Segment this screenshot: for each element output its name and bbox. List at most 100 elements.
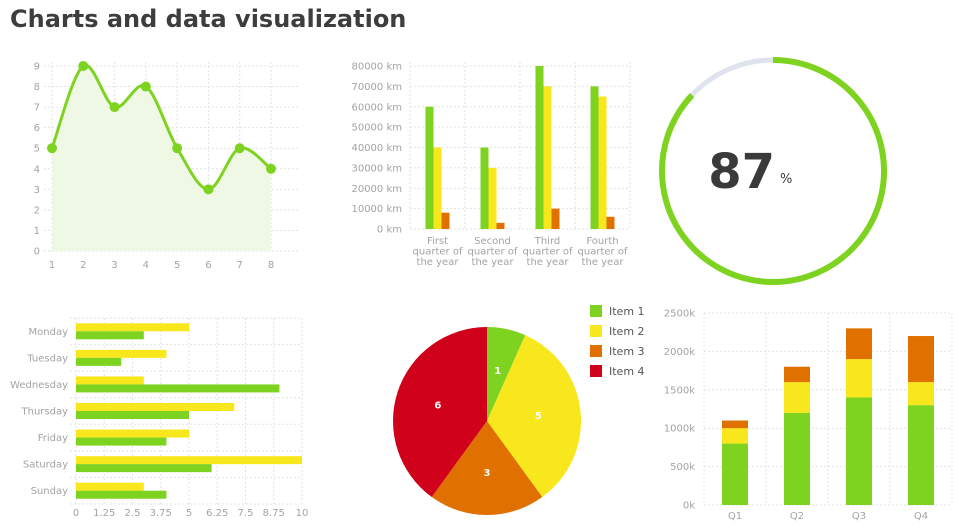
stacked-bar-chart: 0k 500k 1000k 1500k 2000k 2500k Q1 Q2 Q3 Q4 [664,309,953,522]
hbar-bar [76,331,144,340]
grouped-bar [606,216,615,229]
line-point [234,143,245,154]
grouped-bar [590,86,599,229]
grouped-bar-x-tick: the year [582,257,625,268]
stacked-bar-segment [784,382,810,413]
grouped-bar-x-tick: quarter of [468,247,518,258]
stacked-bar-segment [908,405,934,505]
line-y-tick: 0 [34,247,40,258]
stacked-bar-x-tick: Q2 [790,511,804,522]
page-title: Charts and data visualization [10,5,407,33]
hbar-x-tick: 3.75 [150,508,172,519]
grouped-bar-y-tick: 60000 km [351,102,402,113]
stacked-bar-segment [722,420,748,429]
line-point [47,143,57,154]
grouped-bar-chart: 0 km 10000 km 20000 km 30000 km 40000 km 5000… [351,62,631,268]
pie-legend-label: Item 2 [609,325,645,338]
grouped-bar-y-tick: 10000 km [351,204,402,215]
line-y-tick: 2 [34,205,40,216]
pie-legend: Item 1 Item 2 Item 3 Item 4 [590,305,645,378]
hbar-bar [76,376,144,385]
gauge-chart: 87 % [659,57,887,285]
stacked-bar-segment [784,412,810,505]
line-x-tick: 1 [49,260,55,271]
grouped-bar [425,106,434,229]
stacked-bar-y-tick: 0k [683,501,695,512]
line-x-tick: 3 [111,260,117,271]
line-y-tick: 6 [34,123,40,134]
hbar-y-tick: Tuesday [26,353,68,364]
grouped-bar-y-tick: 70000 km [351,82,402,93]
line-x-tick: 7 [237,260,243,271]
stacked-bar-x-ticks: Q1 Q2 Q3 Q4 [728,511,928,522]
grouped-bar-x-ticks: Firstquarter ofthe yearSecondquarter oft… [413,236,628,268]
grouped-bar [433,147,442,229]
pie-legend-swatch [590,305,602,317]
hbar-bar [76,357,122,366]
hbar-bar [76,456,302,465]
hbar-y-ticks: Monday Tuesday Wednesday Thursday Friday Satu… [10,327,68,497]
pie-slice-label: 1 [494,366,501,377]
pie-chart: 1 5 3 6 Item 1 Item 2 Item 3 Item 4 [393,305,645,515]
grouped-bar-x-tick: quarter of [523,247,573,258]
line-point [109,102,120,113]
grouped-bar-x-tick: Third [534,236,561,247]
grouped-bar-x-tick: quarter of [578,247,628,258]
line-x-tick: 4 [143,260,149,271]
pie-legend-label: Item 1 [609,305,645,318]
grouped-bar [480,147,489,229]
stacked-bar-y-tick: 2000k [664,347,695,358]
grouped-bar [441,212,450,229]
stacked-bar-segment [846,328,872,360]
line-y-tick: 7 [34,103,40,114]
hbar-bar [76,403,235,411]
grouped-bar [551,208,560,229]
stacked-bar-x-tick: Q4 [914,511,928,522]
grouped-bar-x-tick: the year [527,257,570,268]
hbar-bar [76,482,144,491]
line-x-tick: 2 [80,260,86,271]
line-y-tick: 8 [34,82,40,93]
pie-slice-label: 3 [484,468,491,479]
grouped-bar [488,167,497,229]
line-x-tick: 5 [174,260,180,271]
line-x-ticks: 1 2 3 4 5 6 7 8 [49,260,274,271]
pie-legend-swatch [590,365,602,377]
stacked-bar-segment [908,382,934,406]
hbar-x-tick: 1.25 [93,508,115,519]
hbar-x-tick: 5 [186,508,192,519]
hbar-bar [76,323,189,332]
line-area [52,65,271,251]
line-point [78,61,89,71]
stacked-bar-segment [722,428,748,444]
hbar-y-tick: Sunday [31,486,68,497]
grouped-bar-x-tick: quarter of [413,247,463,258]
pie-legend-swatch [590,325,602,337]
hbar-y-tick: Monday [29,327,69,338]
hbar-bar [76,437,167,446]
grouped-bar [535,66,544,229]
grouped-bar-x-tick: Fourth [586,236,618,247]
hbar-x-tick: 0 [73,508,79,519]
hbar-y-tick: Friday [38,433,68,444]
pie-legend-swatch [590,345,602,357]
stacked-bar-y-tick: 500k [670,462,695,473]
hbar-bar [76,490,167,499]
hbar-bar [76,349,167,358]
pie-slice-label: 5 [535,411,542,422]
line-point [203,184,214,195]
grouped-bar-y-tick: 40000 km [351,143,402,154]
line-chart: 0123456789 12345678 [34,61,300,271]
line-point [140,81,151,92]
hbar-y-tick: Wednesday [10,380,68,391]
grouped-bar-y-ticks: 0 km 10000 km 20000 km 30000 km 40000 km 5000… [351,62,402,236]
line-y-tick: 9 [34,62,40,73]
hbar-bar [76,464,212,473]
stacked-bar-segment [846,359,872,398]
line-y-tick: 4 [34,164,40,175]
stacked-bar-x-tick: Q1 [728,511,742,522]
hbar-bar [76,384,280,393]
stacked-bar-y-ticks: 0k 500k 1000k 1500k 2000k 2500k [664,309,695,512]
stacked-bar-segment [908,336,934,383]
hbar-x-tick: 8.75 [263,508,285,519]
